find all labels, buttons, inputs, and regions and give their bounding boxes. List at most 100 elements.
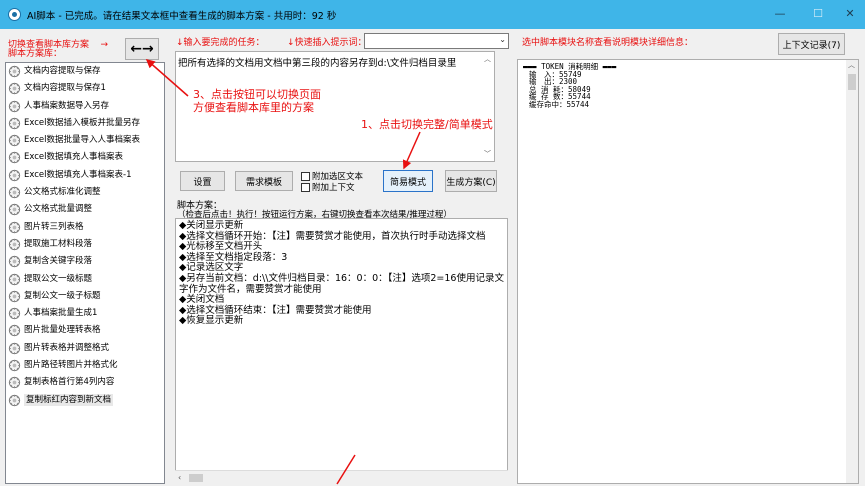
task-label: ↓输入要完成的任务： (176, 38, 265, 48)
scroll-up-icon[interactable]: ︿ (484, 54, 491, 64)
plan-step: ◆另存当前文档：d:\\文件归档目录：16：0：0：【注】选项2=16使用记录文… (179, 272, 504, 295)
toggle-view-button[interactable]: ←→ (125, 38, 159, 60)
window-title: AI脚本 - 已完成。请在结果文本框中查看生成的脚本方案 - 共用时：92 秒 (27, 11, 337, 22)
script-list-item[interactable]: 文档内容提取与保存1 (6, 80, 164, 97)
gear-icon (8, 221, 21, 233)
script-list-item-label: 人事档案数据导入另存 (24, 100, 110, 111)
script-list-item[interactable]: 公文格式批量调整 (6, 201, 164, 218)
gear-icon (8, 359, 21, 372)
script-list-item-label: 复制含关键字段落 (24, 256, 93, 267)
gear-icon (8, 100, 21, 112)
chevron-down-icon: ⌄ (499, 35, 506, 44)
generate-plan-button[interactable]: 生成方案(C) (445, 170, 497, 192)
gear-icon (8, 169, 21, 181)
script-list-item[interactable]: 复制公文一级子标题 (6, 288, 164, 305)
script-list-item[interactable]: 复制标红内容到新文档 (6, 392, 164, 409)
gear-icon (8, 273, 21, 285)
annotation-note-3-line2: 方便查看脚本库里的方案 (193, 101, 314, 114)
script-list-item-label: Excel数据批量导入人事档案表 (24, 135, 141, 146)
script-list-item-label: 提取公文一级标题 (24, 273, 93, 284)
app-icon (8, 8, 21, 21)
scroll-down-icon[interactable]: ﹀ (484, 149, 491, 159)
scrollbar-thumb[interactable] (848, 74, 856, 90)
script-list-item-label: Excel数据插入模板并批量另存 (24, 117, 141, 128)
script-list-item[interactable]: Excel数据填充人事档案表-1 (6, 167, 164, 184)
script-list-item[interactable]: 复制含关键字段落 (6, 253, 164, 270)
gear-icon (8, 187, 21, 199)
plan-step: ◆关闭显示更新 (179, 220, 244, 231)
script-list-item[interactable]: 图片转三列表格 (6, 219, 164, 236)
script-list-item[interactable]: 图片路径转图片并格式化 (6, 357, 164, 374)
demand-template-button[interactable]: 需求模板 (235, 171, 293, 191)
script-list-item[interactable]: 人事档案数据导入另存 (6, 98, 164, 115)
quick-prompt-label: ↓快速插入提示词： (287, 38, 367, 48)
script-list-item[interactable]: Excel数据插入模板并批量另存 (6, 115, 164, 132)
checkbox-box (301, 171, 310, 181)
scroll-left-icon[interactable]: ‹ (178, 473, 181, 482)
script-list-item-label: 复制表格首行第4列内容 (24, 377, 115, 388)
script-list-item[interactable]: 人事档案批量生成1 (6, 305, 164, 322)
token-rows: 输 入：55749 输 出：2300 总 消 耗：58049 缓 存 数：55744 缓… (523, 70, 853, 109)
checkbox-box (301, 182, 310, 192)
script-list-item-label: 图片转三列表格 (24, 221, 84, 232)
script-list-item-label: 图片路径转图片并格式化 (24, 360, 118, 371)
simple-mode-button[interactable]: 简易模式 (383, 170, 433, 192)
script-list-item-label: 复制公文一级子标题 (24, 290, 101, 301)
script-list-item[interactable]: 文档内容提取与保存 (6, 63, 164, 80)
gear-icon (8, 83, 21, 95)
gear-icon (8, 377, 21, 389)
plan-output[interactable]: ◆关闭显示更新 ◆选择文档循环开始：【注】需要赞赏才能使用，首次执行时手动选择文档… (175, 218, 508, 484)
close-button[interactable]: ✕ (832, 4, 865, 24)
script-library-label: 脚本方案库： (8, 49, 63, 59)
gear-icon (8, 65, 21, 78)
gear-icon (8, 325, 21, 337)
script-library-list[interactable]: 文档内容提取与保存 文档内容提取与保存1 人事档案数据导入另存 Excel数据插入模板… (5, 62, 165, 484)
script-list-item-label: 人事档案批量生成1 (24, 308, 98, 319)
task-input-text: 把所有选择的文档用文档中第三段的内容另存到d:\文件归档目录里 (178, 58, 457, 69)
script-list-item-label: 复制标红内容到新文档 (24, 393, 114, 406)
gear-icon (8, 152, 21, 164)
title-bar: AI脚本 - 已完成。请在结果文本框中查看生成的脚本方案 - 共用时：92 秒 … (0, 0, 865, 29)
script-list-item-label: 公文格式批量调整 (24, 204, 93, 215)
gear-icon (8, 394, 21, 406)
script-list-item[interactable]: 图片转表格并调整格式 (6, 340, 164, 357)
script-list-item[interactable]: 公文格式标准化调整 (6, 184, 164, 201)
module-info-label: 选中脚本模块名称查看说明模块详细信息： (522, 38, 694, 48)
annotation-note-1: 1、点击切换完整/简单模式 (361, 118, 493, 131)
append-context-checkbox[interactable]: 附加上下文 (301, 181, 355, 193)
minimize-button[interactable]: — (762, 4, 798, 24)
script-list-item[interactable]: 提取施工材料段落 (6, 236, 164, 253)
append-context-label: 附加上下文 (312, 183, 355, 193)
vertical-scrollbar[interactable]: ︿ (846, 60, 858, 483)
gear-icon (8, 117, 21, 129)
gear-icon (8, 290, 21, 302)
token-row: 缓存命中：55744 (529, 99, 590, 109)
scroll-up-icon[interactable]: ︿ (848, 61, 855, 70)
script-list-item-label: 文档内容提取与保存1 (24, 83, 106, 94)
gear-icon (8, 204, 21, 216)
quick-prompt-select[interactable]: ⌄ (364, 33, 509, 49)
script-list-item[interactable]: 复制表格首行第4列内容 (6, 374, 164, 391)
scrollbar-thumb[interactable] (189, 474, 203, 482)
script-list-item-label: Excel数据填充人事档案表-1 (24, 169, 132, 180)
gear-icon (8, 238, 21, 251)
script-list-item-label: 提取施工材料段落 (24, 238, 93, 249)
plan-step: ◆恢复显示更新 (179, 315, 244, 327)
script-list-item[interactable]: 图片批量处理转表格 (6, 322, 164, 339)
context-history-button[interactable]: 上下文记录(7) (778, 33, 845, 55)
module-info-pane[interactable]: ▬▬▬ TOKEN 消耗明细 ▬▬▬ 输 入：55749 输 出：2300 总 消 … (517, 59, 859, 484)
gear-icon (8, 135, 21, 147)
script-list-item[interactable]: Excel数据批量导入人事档案表 (6, 132, 164, 149)
maximize-button[interactable]: ☐ (800, 4, 836, 24)
script-list-item-label: 公文格式标准化调整 (24, 187, 101, 198)
gear-icon (8, 342, 21, 354)
gear-icon (8, 308, 21, 320)
script-list-item-label: 图片转表格并调整格式 (24, 342, 110, 353)
script-list-item[interactable]: Excel数据填充人事档案表 (6, 149, 164, 166)
script-list-item[interactable]: 提取公文一级标题 (6, 271, 164, 288)
horizontal-scrollbar[interactable]: ‹ (175, 470, 508, 484)
settings-button[interactable]: 设置 (180, 171, 225, 191)
script-list-item-label: 文档内容提取与保存 (24, 66, 101, 76)
script-list-item-label: 图片批量处理转表格 (24, 325, 101, 336)
gear-icon (8, 256, 21, 268)
